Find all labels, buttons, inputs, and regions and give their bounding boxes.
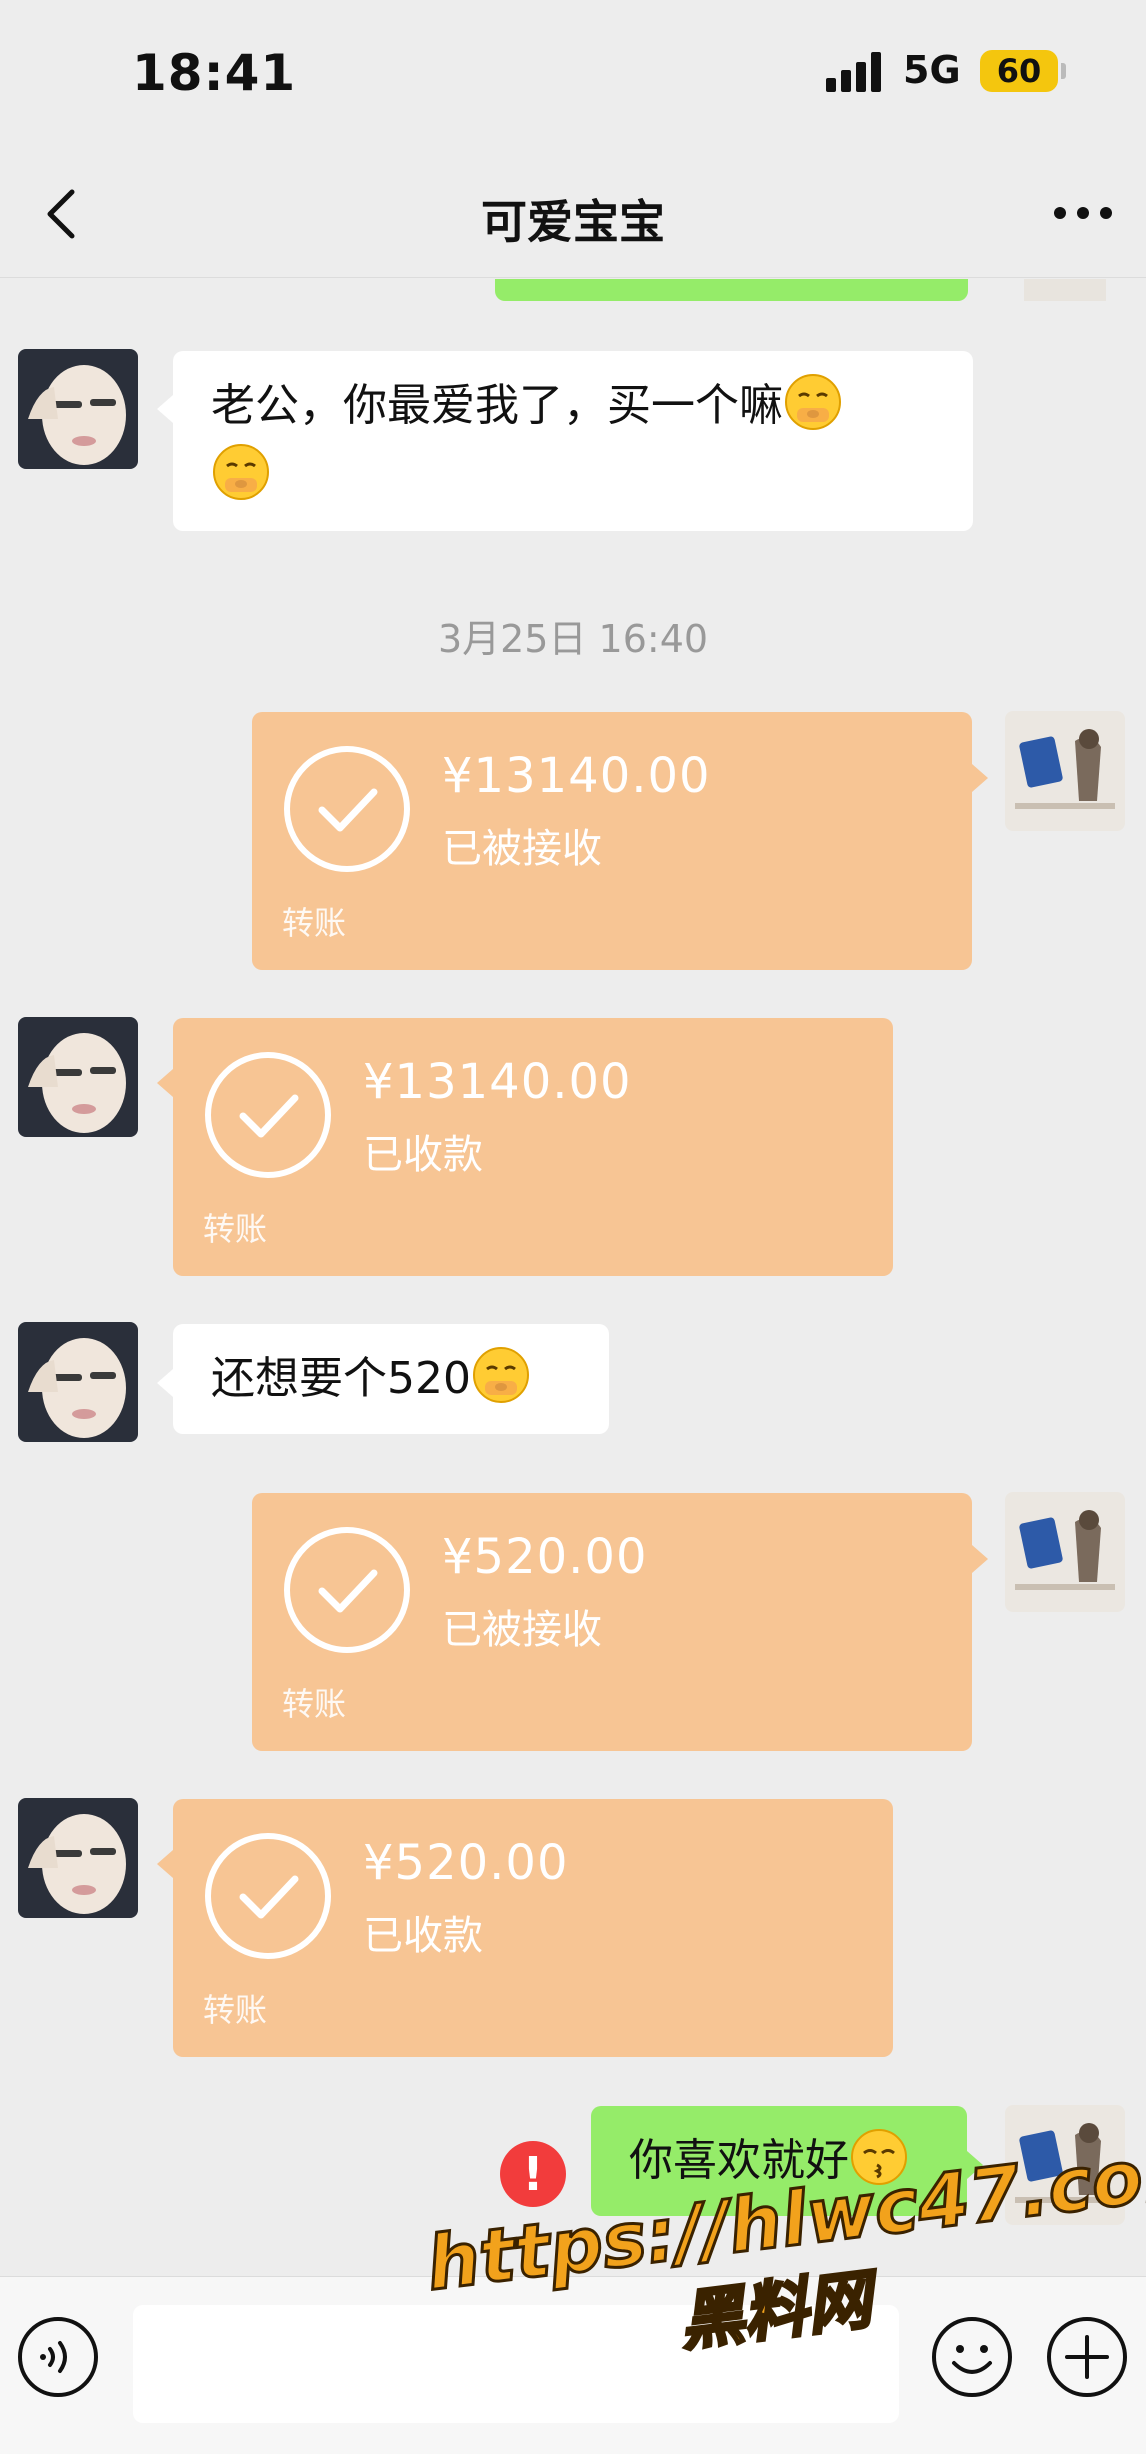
bubble-tail	[157, 1369, 173, 1397]
status-time: 18:41	[132, 44, 297, 102]
transfer-label: 转账	[282, 1685, 347, 1723]
battery-tip	[1061, 63, 1066, 79]
kissing-emoji-icon	[851, 2129, 907, 2185]
bubble-tail	[967, 2151, 983, 2179]
avatar-friend[interactable]	[18, 349, 138, 469]
nav-bar: 可爱宝宝	[0, 150, 1146, 278]
avatar-self-image	[1005, 1492, 1125, 1612]
chat-title: 可爱宝宝	[481, 195, 665, 249]
bubble-tail	[972, 1545, 988, 1573]
check-circle-icon	[284, 1527, 410, 1653]
chat-area: 老公，你最爱我了，买一个嘛 3月25日 16:40 ¥13140.00 已被接收…	[0, 279, 1146, 2275]
signal-icon	[826, 52, 882, 92]
plus-icon[interactable]	[1045, 2315, 1129, 2399]
avatar-self-image	[1005, 711, 1125, 831]
battery-level: 60	[980, 50, 1058, 92]
message-text: 老公，你最爱我了，买一个嘛	[211, 380, 783, 431]
avatar-self[interactable]	[1005, 2105, 1125, 2225]
send-failed-icon[interactable]: !	[500, 2141, 566, 2207]
transfer-status: 已被接收	[442, 1607, 602, 1653]
bubble-tail	[972, 764, 988, 792]
transfer-amount: ¥13140.00	[363, 1054, 632, 1110]
avatar-friend-image	[18, 1322, 138, 1442]
avatar-friend[interactable]	[18, 1322, 138, 1442]
avatar-self-image	[1024, 279, 1106, 301]
avatar-friend[interactable]	[18, 1017, 138, 1137]
pleading-emoji-icon	[213, 444, 269, 500]
bubble-tail	[157, 1069, 173, 1097]
message-bubble-friend[interactable]: 老公，你最爱我了，买一个嘛	[173, 351, 973, 531]
transfer-label: 转账	[282, 904, 347, 942]
bubble-tail	[157, 1850, 173, 1878]
transfer-status: 已被接收	[442, 826, 602, 872]
message-input[interactable]	[133, 2305, 899, 2423]
transfer-amount: ¥520.00	[442, 1529, 648, 1585]
check-circle-icon	[205, 1833, 331, 1959]
message-text: 还想要个520	[211, 1353, 471, 1404]
avatar-self[interactable]	[1005, 279, 1125, 301]
transfer-card-sent[interactable]: ¥520.00 已被接收 转账	[252, 1493, 972, 1751]
input-bar	[0, 2276, 1146, 2454]
previous-message-bubble	[495, 279, 968, 301]
transfer-status: 已收款	[363, 1132, 483, 1178]
voice-icon[interactable]	[16, 2315, 100, 2399]
transfer-card-received[interactable]: ¥13140.00 已收款 转账	[173, 1018, 893, 1276]
message-timestamp: 3月25日 16:40	[437, 617, 709, 661]
avatar-self-image	[1005, 2105, 1125, 2225]
transfer-card-sent[interactable]: ¥13140.00 已被接收 转账	[252, 712, 972, 970]
network-type: 5G	[903, 48, 961, 92]
status-bar: 18:41 5G 60	[0, 0, 1146, 150]
more-icon[interactable]	[1050, 188, 1116, 238]
bubble-tail	[157, 395, 173, 423]
avatar-friend-image	[18, 1798, 138, 1918]
transfer-amount: ¥13140.00	[442, 748, 711, 804]
emoji-icon[interactable]	[930, 2315, 1014, 2399]
avatar-self[interactable]	[1005, 1492, 1125, 1612]
message-text: 你喜欢就好	[629, 2135, 849, 2186]
transfer-card-received[interactable]: ¥520.00 已收款 转账	[173, 1799, 893, 2057]
message-bubble-self[interactable]: 你喜欢就好	[591, 2106, 967, 2216]
avatar-self[interactable]	[1005, 711, 1125, 831]
pleading-emoji-icon	[785, 374, 841, 430]
check-circle-icon	[284, 746, 410, 872]
transfer-amount: ¥520.00	[363, 1835, 569, 1891]
check-circle-icon	[205, 1052, 331, 1178]
transfer-status: 已收款	[363, 1913, 483, 1959]
avatar-friend-image	[18, 349, 138, 469]
avatar-friend-image	[18, 1017, 138, 1137]
pleading-emoji-icon	[472, 1347, 529, 1403]
transfer-label: 转账	[203, 1210, 268, 1248]
avatar-friend[interactable]	[18, 1798, 138, 1918]
transfer-label: 转账	[203, 1991, 268, 2029]
message-bubble-friend[interactable]: 还想要个520	[173, 1324, 609, 1434]
